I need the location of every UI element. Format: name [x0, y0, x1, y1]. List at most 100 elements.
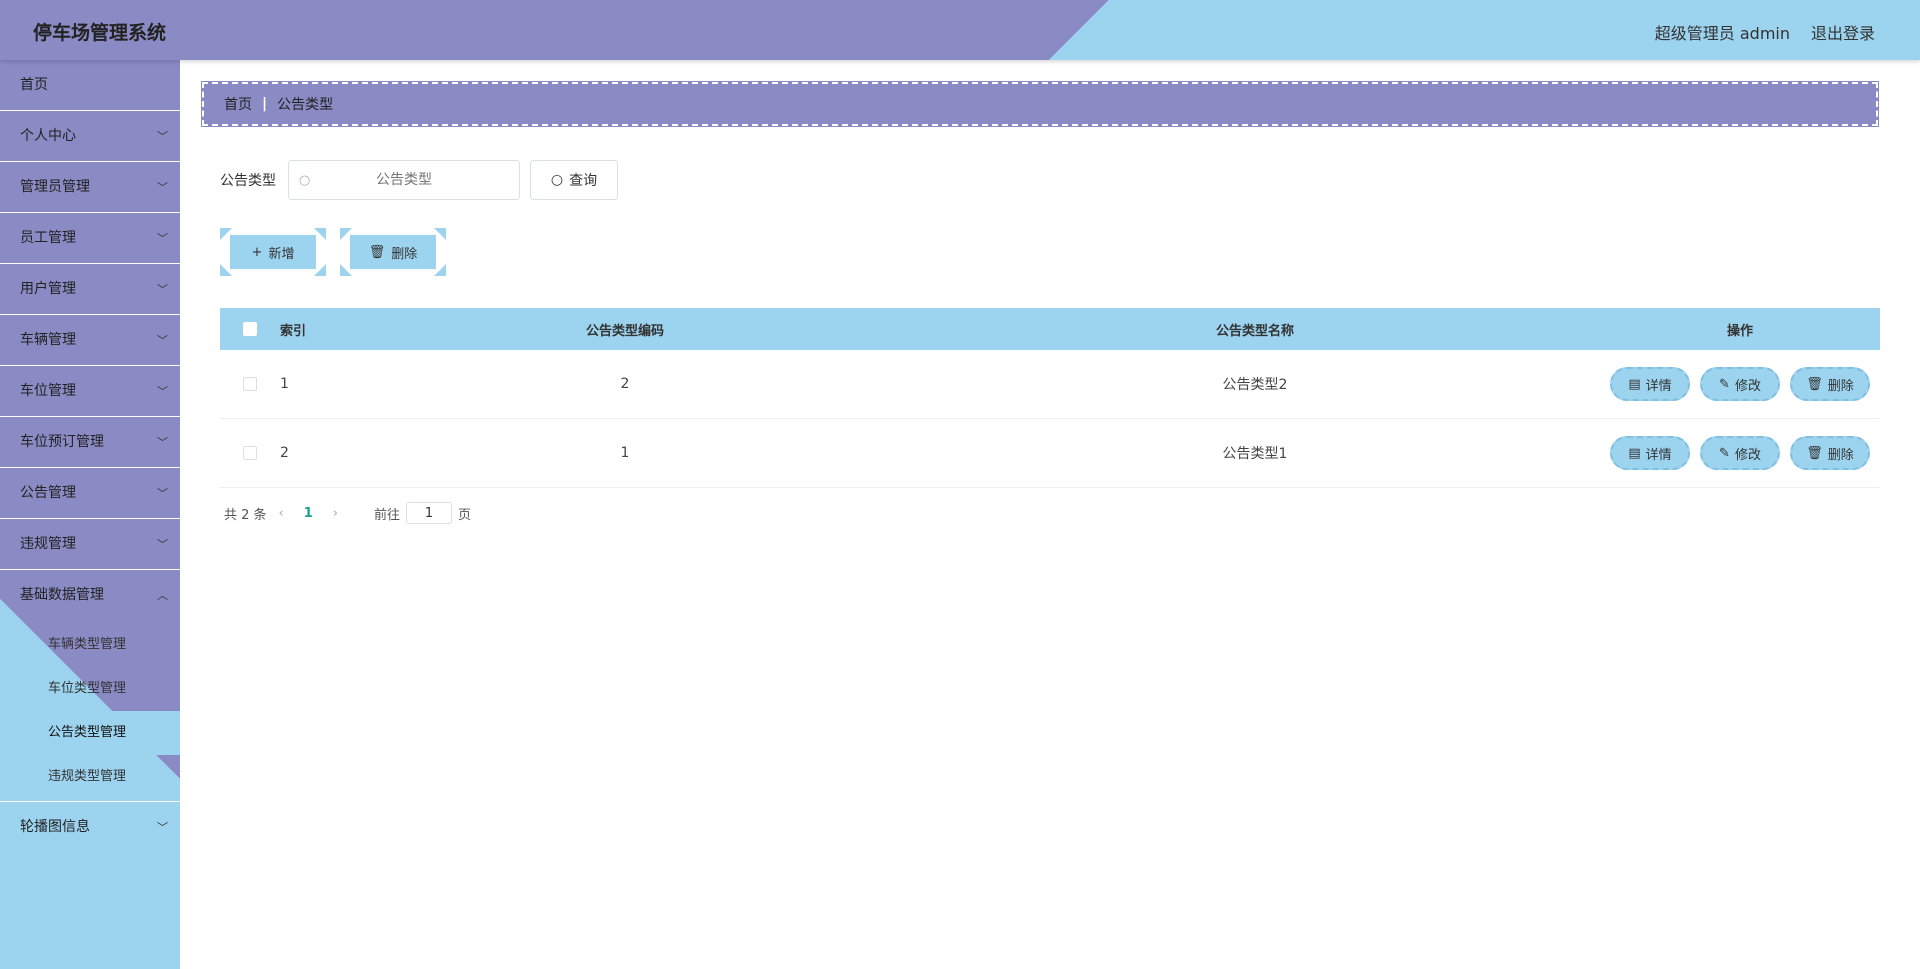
sidebar-item-violations[interactable]: 违规管理 ﹀ [0, 519, 180, 570]
table-header: 索引 公告类型编码 公告类型名称 操作 [220, 308, 1880, 350]
delete-button[interactable]: 🗑 删除 [1790, 367, 1870, 401]
select-all-checkbox[interactable] [243, 322, 257, 336]
cell-ops: ▤ 详情 ✎ 修改 🗑 删除 [1600, 436, 1880, 470]
sidebar-item-label: 首页 [20, 77, 48, 93]
corner-decoration [434, 228, 446, 240]
batch-delete-button[interactable]: 🗑 删除 [350, 235, 436, 269]
edit-button-label: 修改 [1734, 447, 1761, 463]
sidebar-item-label: 公告管理 [20, 485, 76, 501]
cell-ops: ▤ 详情 ✎ 修改 🗑 删除 [1600, 367, 1880, 401]
sidebar-item-vehicles[interactable]: 车辆管理 ﹀ [0, 315, 180, 366]
page-number[interactable]: 1 [304, 506, 313, 521]
sub-item-space-types[interactable]: 车位类型管理 [0, 667, 180, 711]
sidebar: 首页 个人中心 ﹀ 管理员管理 ﹀ 员工管理 ﹀ 用户管理 ﹀ 车辆管理 ﹀ 车位管理 ﹀ … [0, 60, 180, 969]
pager-page-suffix: 页 [458, 507, 472, 523]
sub-item-vehicle-types[interactable]: 车辆类型管理 [0, 623, 180, 667]
cell-index: 2 [280, 445, 289, 461]
pager-total: 共 2 条 [224, 507, 267, 523]
trash-icon: 🗑 [368, 244, 386, 260]
detail-button-label: 详情 [1645, 378, 1672, 394]
sidebar-item-label: 车位预订管理 [20, 434, 104, 450]
delete-button[interactable]: 🗑 删除 [1790, 436, 1870, 470]
sidebar-item-reservations[interactable]: 车位预订管理 ﹀ [0, 417, 180, 468]
edit-icon: ✎ [1719, 376, 1730, 392]
query-button[interactable]: ○ 查询 [530, 160, 618, 200]
corner-decoration [340, 228, 352, 240]
corner-decoration [314, 228, 326, 240]
add-button-wrapper: + 新增 [220, 228, 326, 276]
chevron-up-icon: ︿ [157, 589, 168, 602]
query-button-label: 查询 [569, 173, 598, 189]
breadcrumb: 首页 | 公告类型 [201, 81, 1879, 127]
sidebar-item-basedata[interactable]: 基础数据管理 ︿ [0, 570, 180, 621]
chevron-down-icon: ﹀ [157, 130, 168, 143]
top-header: 停车场管理系统 超级管理员 admin 退出登录 [0, 0, 1920, 60]
chevron-left-icon[interactable]: ‹ [279, 506, 284, 521]
sidebar-item-spaces[interactable]: 车位管理 ﹀ [0, 366, 180, 417]
detail-button[interactable]: ▤ 详情 [1610, 367, 1690, 401]
pager-goto-label: 前往 [374, 507, 401, 523]
sidebar-item-users[interactable]: 用户管理 ﹀ [0, 264, 180, 315]
add-button-label: 新增 [268, 246, 295, 262]
sidebar-item-profile[interactable]: 个人中心 ﹀ [0, 111, 180, 162]
main-content: 首页 | 公告类型 公告类型 ○ ○ 查询 + 新增 [180, 60, 1920, 969]
sidebar-item-label: 车位管理 [20, 383, 76, 399]
corner-decoration [340, 264, 352, 276]
sub-item-violation-types[interactable]: 违规类型管理 [0, 755, 180, 799]
cell-code: 1 [620, 445, 630, 461]
table-row: 2 1 公告类型1 ▤ 详情 ✎ 修改 🗑 删除 [220, 419, 1880, 488]
pager-goto-input[interactable] [406, 502, 453, 524]
sidebar-item-label: 管理员管理 [20, 179, 90, 195]
search-input[interactable] [289, 161, 519, 199]
sidebar-item-admin[interactable]: 管理员管理 ﹀ [0, 162, 180, 213]
logout-button[interactable]: 退出登录 [1811, 20, 1875, 44]
action-row: + 新增 🗑 删除 [220, 228, 446, 276]
edit-button[interactable]: ✎ 修改 [1700, 436, 1780, 470]
delete-button-label: 删除 [391, 246, 418, 262]
search-icon: ○ [299, 173, 311, 188]
header-name: 公告类型名称 [1215, 323, 1294, 339]
breadcrumb-home[interactable]: 首页 [224, 94, 252, 114]
breadcrumb-separator: | [262, 96, 268, 112]
chevron-down-icon: ﹀ [157, 334, 168, 347]
chevron-down-icon: ﹀ [157, 181, 168, 194]
sidebar-item-notices[interactable]: 公告管理 ﹀ [0, 468, 180, 519]
document-icon: ▤ [1628, 376, 1641, 392]
row-checkbox[interactable] [243, 446, 257, 460]
trash-icon: 🗑 [1806, 376, 1823, 392]
chevron-down-icon: ﹀ [157, 487, 168, 500]
sub-item-notice-types[interactable]: 公告类型管理 [0, 711, 180, 755]
sidebar-item-home[interactable]: 首页 [0, 60, 180, 111]
user-info: 超级管理员 admin [1654, 24, 1790, 43]
chevron-down-icon: ﹀ [157, 385, 168, 398]
add-button[interactable]: + 新增 [230, 235, 316, 269]
header-code: 公告类型编码 [585, 323, 664, 339]
sidebar-item-carousel[interactable]: 轮播图信息 ﹀ [0, 802, 180, 853]
edit-button-label: 修改 [1734, 378, 1761, 394]
data-table: 索引 公告类型编码 公告类型名称 操作 1 2 公告类型2 ▤ 详情 ✎ 修改 🗑 删… [220, 308, 1880, 488]
edit-icon: ✎ [1719, 445, 1730, 461]
submenu-basedata: 车辆类型管理 车位类型管理 公告类型管理 违规类型管理 [0, 621, 180, 802]
chevron-down-icon: ﹀ [157, 283, 168, 296]
row-checkbox[interactable] [243, 377, 257, 391]
breadcrumb-current: 公告类型 [277, 97, 334, 113]
header-ops-label: 操作 [1726, 323, 1753, 339]
sidebar-item-label: 基础数据管理 [20, 587, 104, 603]
corner-decoration [434, 264, 446, 276]
cell-index: 1 [280, 376, 289, 392]
edit-button[interactable]: ✎ 修改 [1700, 367, 1780, 401]
detail-button[interactable]: ▤ 详情 [1610, 436, 1690, 470]
corner-decoration [220, 228, 232, 240]
pagination: 共 2 条 ‹ 1 › 前往 页 [224, 502, 471, 524]
sidebar-item-label: 车辆管理 [20, 332, 76, 348]
chevron-right-icon[interactable]: › [333, 506, 338, 521]
sidebar-item-label: 个人中心 [20, 128, 76, 144]
corner-decoration [314, 264, 326, 276]
search-field[interactable]: ○ [288, 160, 520, 200]
chevron-down-icon: ﹀ [157, 232, 168, 245]
delete-button-wrapper: 🗑 删除 [340, 228, 446, 276]
search-icon: ○ [550, 172, 564, 188]
sidebar-item-staff[interactable]: 员工管理 ﹀ [0, 213, 180, 264]
detail-button-label: 详情 [1645, 447, 1672, 463]
plus-icon: + [251, 244, 263, 260]
